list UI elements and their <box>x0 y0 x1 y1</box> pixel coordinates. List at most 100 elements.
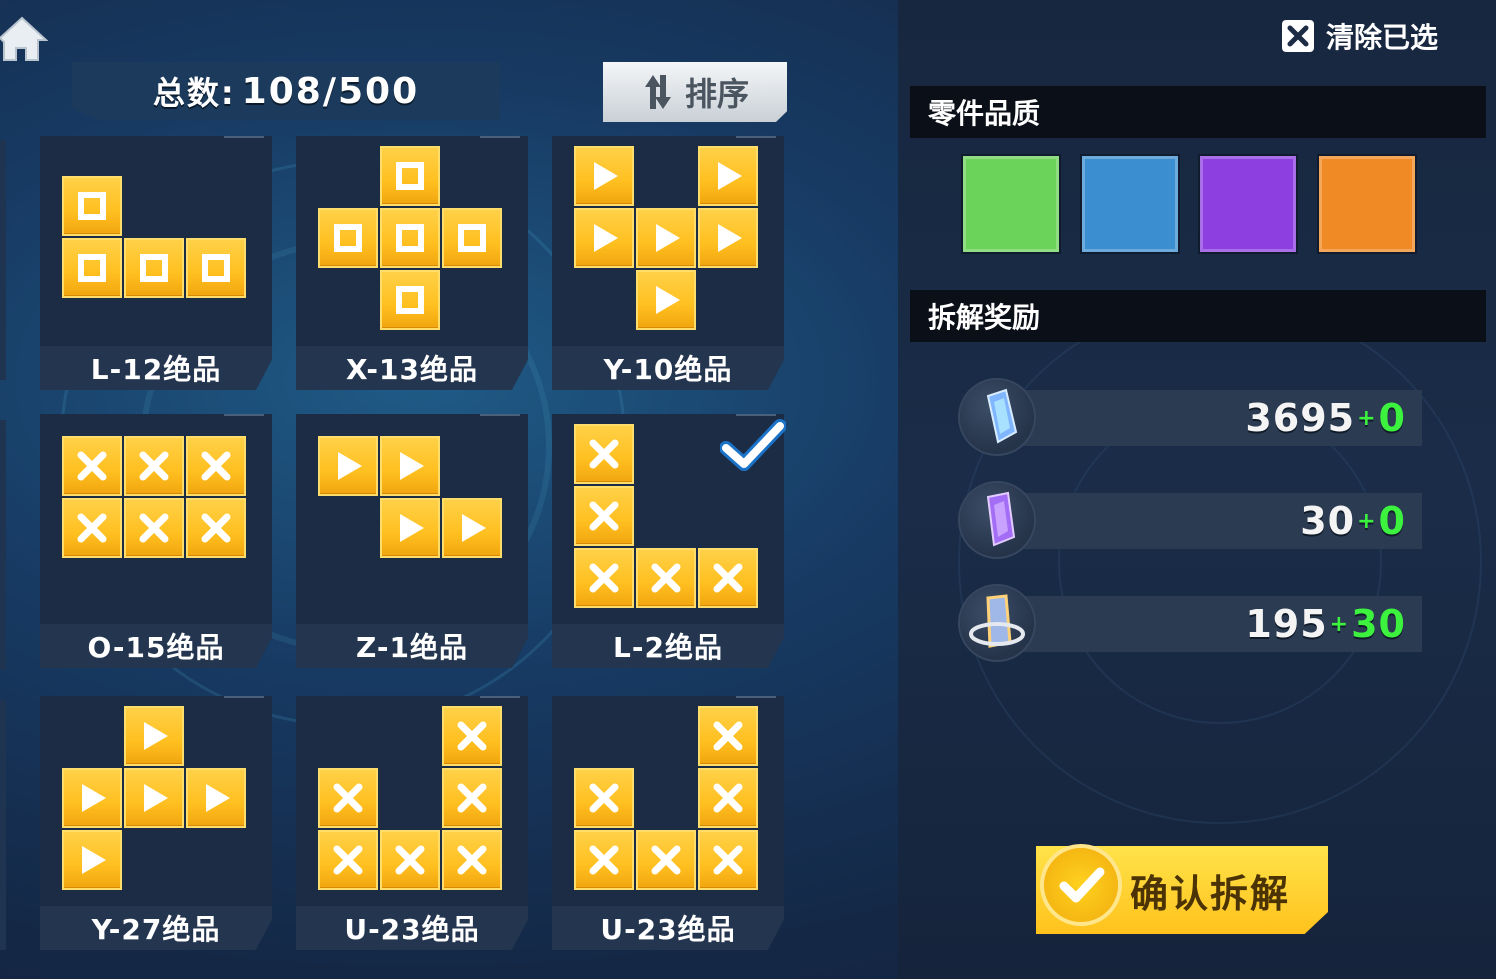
reward-value: 3695 <box>1245 396 1356 440</box>
play-symbol-icon <box>656 224 680 252</box>
x-symbol-icon <box>651 845 681 875</box>
x-symbol-icon <box>457 783 487 813</box>
part-block <box>186 768 246 828</box>
part-block <box>442 208 502 268</box>
part-block <box>442 498 502 558</box>
reward-bonus: 0 <box>1378 499 1406 543</box>
part-block <box>62 498 122 558</box>
part-block <box>636 208 696 268</box>
play-symbol-icon <box>338 452 362 480</box>
cut-off-card[interactable] <box>0 140 6 380</box>
square-symbol-icon <box>396 286 424 314</box>
part-block <box>698 830 758 890</box>
reward-value: 195 <box>1245 602 1328 646</box>
quality-orange[interactable] <box>1319 156 1415 252</box>
cut-off-card[interactable] <box>0 700 6 950</box>
part-card[interactable]: X-13绝品 <box>296 136 528 390</box>
quality-blue[interactable] <box>1082 156 1178 252</box>
reward-bonus: 0 <box>1378 396 1406 440</box>
part-block <box>186 238 246 298</box>
x-symbol-icon <box>201 513 231 543</box>
part-card[interactable]: U-23绝品 <box>552 696 784 950</box>
reward-row: 3695 +0 <box>960 380 1422 454</box>
part-block <box>62 768 122 828</box>
play-symbol-icon <box>206 784 230 812</box>
play-symbol-icon <box>462 514 486 542</box>
reward-value: 30 <box>1300 499 1356 543</box>
part-card[interactable]: Y-10绝品 <box>552 136 784 390</box>
part-block <box>318 208 378 268</box>
part-block <box>318 830 378 890</box>
play-symbol-icon <box>400 452 424 480</box>
square-symbol-icon <box>202 254 230 282</box>
play-symbol-icon <box>656 286 680 314</box>
part-block <box>698 706 758 766</box>
part-block <box>442 830 502 890</box>
count-label: 总数: <box>152 74 236 112</box>
part-block <box>698 768 758 828</box>
part-block <box>318 436 378 496</box>
part-block <box>186 498 246 558</box>
purple-crystal-icon <box>960 483 1034 557</box>
part-block <box>124 436 184 496</box>
part-block <box>62 176 122 236</box>
x-symbol-icon <box>201 451 231 481</box>
play-symbol-icon <box>594 224 618 252</box>
x-symbol-icon <box>589 845 619 875</box>
part-block <box>442 706 502 766</box>
x-symbol-icon <box>457 721 487 751</box>
count-value: 108/500 <box>241 70 420 112</box>
play-symbol-icon <box>82 784 106 812</box>
home-icon[interactable] <box>0 14 48 64</box>
part-block <box>698 548 758 608</box>
part-card[interactable]: Z-1绝品 <box>296 414 528 668</box>
total-count-plate: 总数: 108/500 <box>72 62 500 120</box>
part-block <box>574 424 634 484</box>
part-card[interactable]: Y-27绝品 <box>40 696 272 950</box>
blue-crystal-icon <box>960 380 1034 454</box>
part-block <box>124 498 184 558</box>
part-block <box>62 436 122 496</box>
part-block <box>62 830 122 890</box>
part-block <box>124 706 184 766</box>
x-symbol-icon <box>333 783 363 813</box>
gold-crystal-icon <box>960 586 1034 660</box>
clear-selection-button[interactable]: 清除已选 <box>1282 18 1438 54</box>
x-symbol-icon <box>77 513 107 543</box>
quality-green[interactable] <box>963 156 1059 252</box>
part-block <box>636 830 696 890</box>
part-block <box>698 146 758 206</box>
part-block <box>574 830 634 890</box>
x-symbol-icon <box>651 563 681 593</box>
part-block <box>574 548 634 608</box>
part-card[interactable]: L-12绝品 <box>40 136 272 390</box>
part-block <box>698 208 758 268</box>
play-symbol-icon <box>400 514 424 542</box>
part-block <box>380 830 440 890</box>
x-symbol-icon <box>333 845 363 875</box>
x-symbol-icon <box>139 513 169 543</box>
x-symbol-icon <box>713 721 743 751</box>
part-name: U-23绝品 <box>600 913 736 946</box>
x-symbol-icon <box>457 845 487 875</box>
reward-bonus: 30 <box>1351 602 1406 646</box>
part-card[interactable]: U-23绝品 <box>296 696 528 950</box>
part-block <box>380 146 440 206</box>
square-symbol-icon <box>396 162 424 190</box>
x-symbol-icon <box>589 501 619 531</box>
quality-purple[interactable] <box>1200 156 1296 252</box>
part-block <box>380 498 440 558</box>
selected-check-icon <box>720 419 786 471</box>
part-card[interactable]: O-15绝品 <box>40 414 272 668</box>
part-block <box>574 146 634 206</box>
square-symbol-icon <box>396 224 424 252</box>
part-name: L-2绝品 <box>613 631 723 664</box>
part-name: Y-10绝品 <box>603 353 733 386</box>
play-symbol-icon <box>594 162 618 190</box>
cut-off-card[interactable] <box>0 420 6 670</box>
sort-button[interactable]: 排序 <box>603 62 787 122</box>
part-name: Y-27绝品 <box>91 913 221 946</box>
x-symbol-icon <box>77 451 107 481</box>
x-symbol-icon <box>139 451 169 481</box>
part-block <box>124 768 184 828</box>
